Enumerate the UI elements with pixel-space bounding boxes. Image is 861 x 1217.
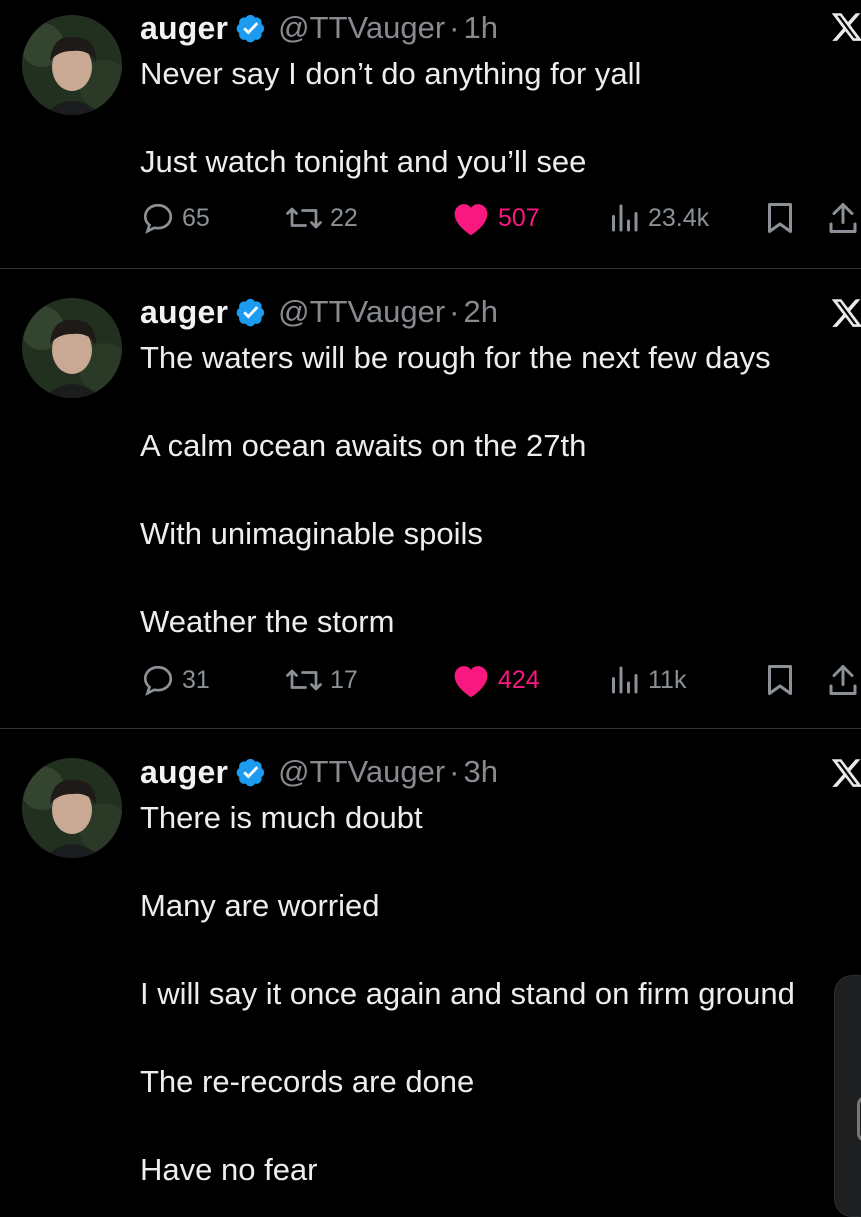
verified-badge-icon: [236, 298, 265, 327]
heart-icon: [454, 666, 488, 698]
tweet-text-line: There is much doubt: [140, 800, 423, 835]
views-icon: [612, 204, 638, 232]
like-count: 507: [498, 203, 540, 232]
tweet-text-line: I will say it once again and stand on fi…: [140, 976, 795, 1011]
views-button[interactable]: 11k: [606, 660, 686, 700]
retweet-count: 17: [330, 665, 358, 694]
handle[interactable]: @TTVauger: [278, 10, 445, 46]
tweet-text-line: Many are worried: [140, 888, 380, 923]
timestamp[interactable]: 3h: [463, 754, 497, 790]
display-name[interactable]: auger: [140, 10, 228, 47]
timestamp[interactable]: 2h: [463, 294, 497, 330]
handle[interactable]: @TTVauger: [278, 294, 445, 330]
retweet-icon: [286, 669, 322, 691]
views-icon: [612, 666, 638, 694]
separator: ·: [449, 294, 460, 329]
retweet-icon: [286, 207, 322, 229]
tweet-header: auger @TTVauger · 2h: [140, 292, 498, 332]
x-logo-icon: [831, 13, 861, 41]
bookmark-button[interactable]: [764, 198, 796, 238]
tweet-text-line: With unimaginable spoils: [140, 516, 483, 551]
display-name[interactable]: auger: [140, 754, 228, 791]
separator: ·: [449, 754, 460, 789]
reply-button[interactable]: 31: [140, 660, 210, 700]
reply-icon: [143, 203, 173, 234]
handle[interactable]: @TTVauger: [278, 754, 445, 790]
avatar[interactable]: [22, 758, 122, 858]
reply-count: 65: [182, 203, 210, 232]
action-bar: 31 17 424 11k: [0, 660, 861, 700]
like-count: 424: [498, 665, 540, 694]
tweet-text-line: A calm ocean awaits on the 27th: [140, 428, 587, 463]
timestamp[interactable]: 1h: [463, 10, 497, 46]
avatar[interactable]: [22, 15, 122, 115]
retweet-count: 22: [330, 203, 358, 232]
share-button[interactable]: [828, 660, 858, 700]
retweet-button[interactable]: 22: [284, 198, 358, 238]
display-name[interactable]: auger: [140, 294, 228, 331]
reply-count: 31: [182, 665, 210, 694]
action-bar: 65 22 507 23.4k: [0, 198, 861, 238]
tweet-header: auger @TTVauger · 3h: [140, 752, 498, 792]
share-button[interactable]: [828, 198, 858, 238]
views-button[interactable]: 23.4k: [606, 198, 709, 238]
heart-icon: [454, 204, 488, 236]
tweet-text-line: Just watch tonight and you’ll see: [140, 144, 587, 179]
bookmark-button[interactable]: [764, 660, 796, 700]
tweet-2[interactable]: auger @TTVauger · 2h The waters will be …: [0, 270, 861, 730]
tweet-text-line: The re-records are done: [140, 1064, 475, 1099]
tweet-text-line: Weather the storm: [140, 604, 395, 639]
view-count: 23.4k: [648, 203, 710, 232]
verified-badge-icon: [236, 758, 265, 787]
tweet-text-line: Never say I don’t do anything for yall: [140, 56, 642, 91]
tweet-text-line: The waters will be rough for the next fe…: [140, 340, 771, 375]
bookmark-icon: [768, 203, 792, 233]
retweet-button[interactable]: 17: [284, 660, 358, 700]
x-logo-icon: [831, 299, 861, 327]
like-button[interactable]: 424: [450, 660, 540, 700]
share-icon: [829, 665, 857, 695]
divider: [0, 268, 861, 269]
scroll-knob[interactable]: [857, 1096, 861, 1142]
reply-button[interactable]: 65: [140, 198, 210, 238]
tweet-text-line: Have no fear: [140, 1152, 318, 1187]
bookmark-icon: [768, 665, 792, 695]
tweet-header: auger @TTVauger · 1h: [140, 8, 498, 48]
tweet-3[interactable]: auger @TTVauger · 3h There is much doubt…: [0, 730, 861, 1200]
x-logo-icon: [831, 759, 861, 787]
view-count: 11k: [648, 665, 687, 694]
reply-icon: [143, 665, 173, 696]
divider: [0, 728, 861, 729]
like-button[interactable]: 507: [450, 198, 540, 238]
share-icon: [829, 203, 857, 233]
floating-scroll-handle[interactable]: [834, 975, 861, 1217]
verified-badge-icon: [236, 14, 265, 43]
separator: ·: [449, 10, 460, 45]
avatar[interactable]: [22, 298, 122, 398]
tweet-1[interactable]: auger @TTVauger · 1h Never say I don’t d…: [0, 0, 861, 270]
